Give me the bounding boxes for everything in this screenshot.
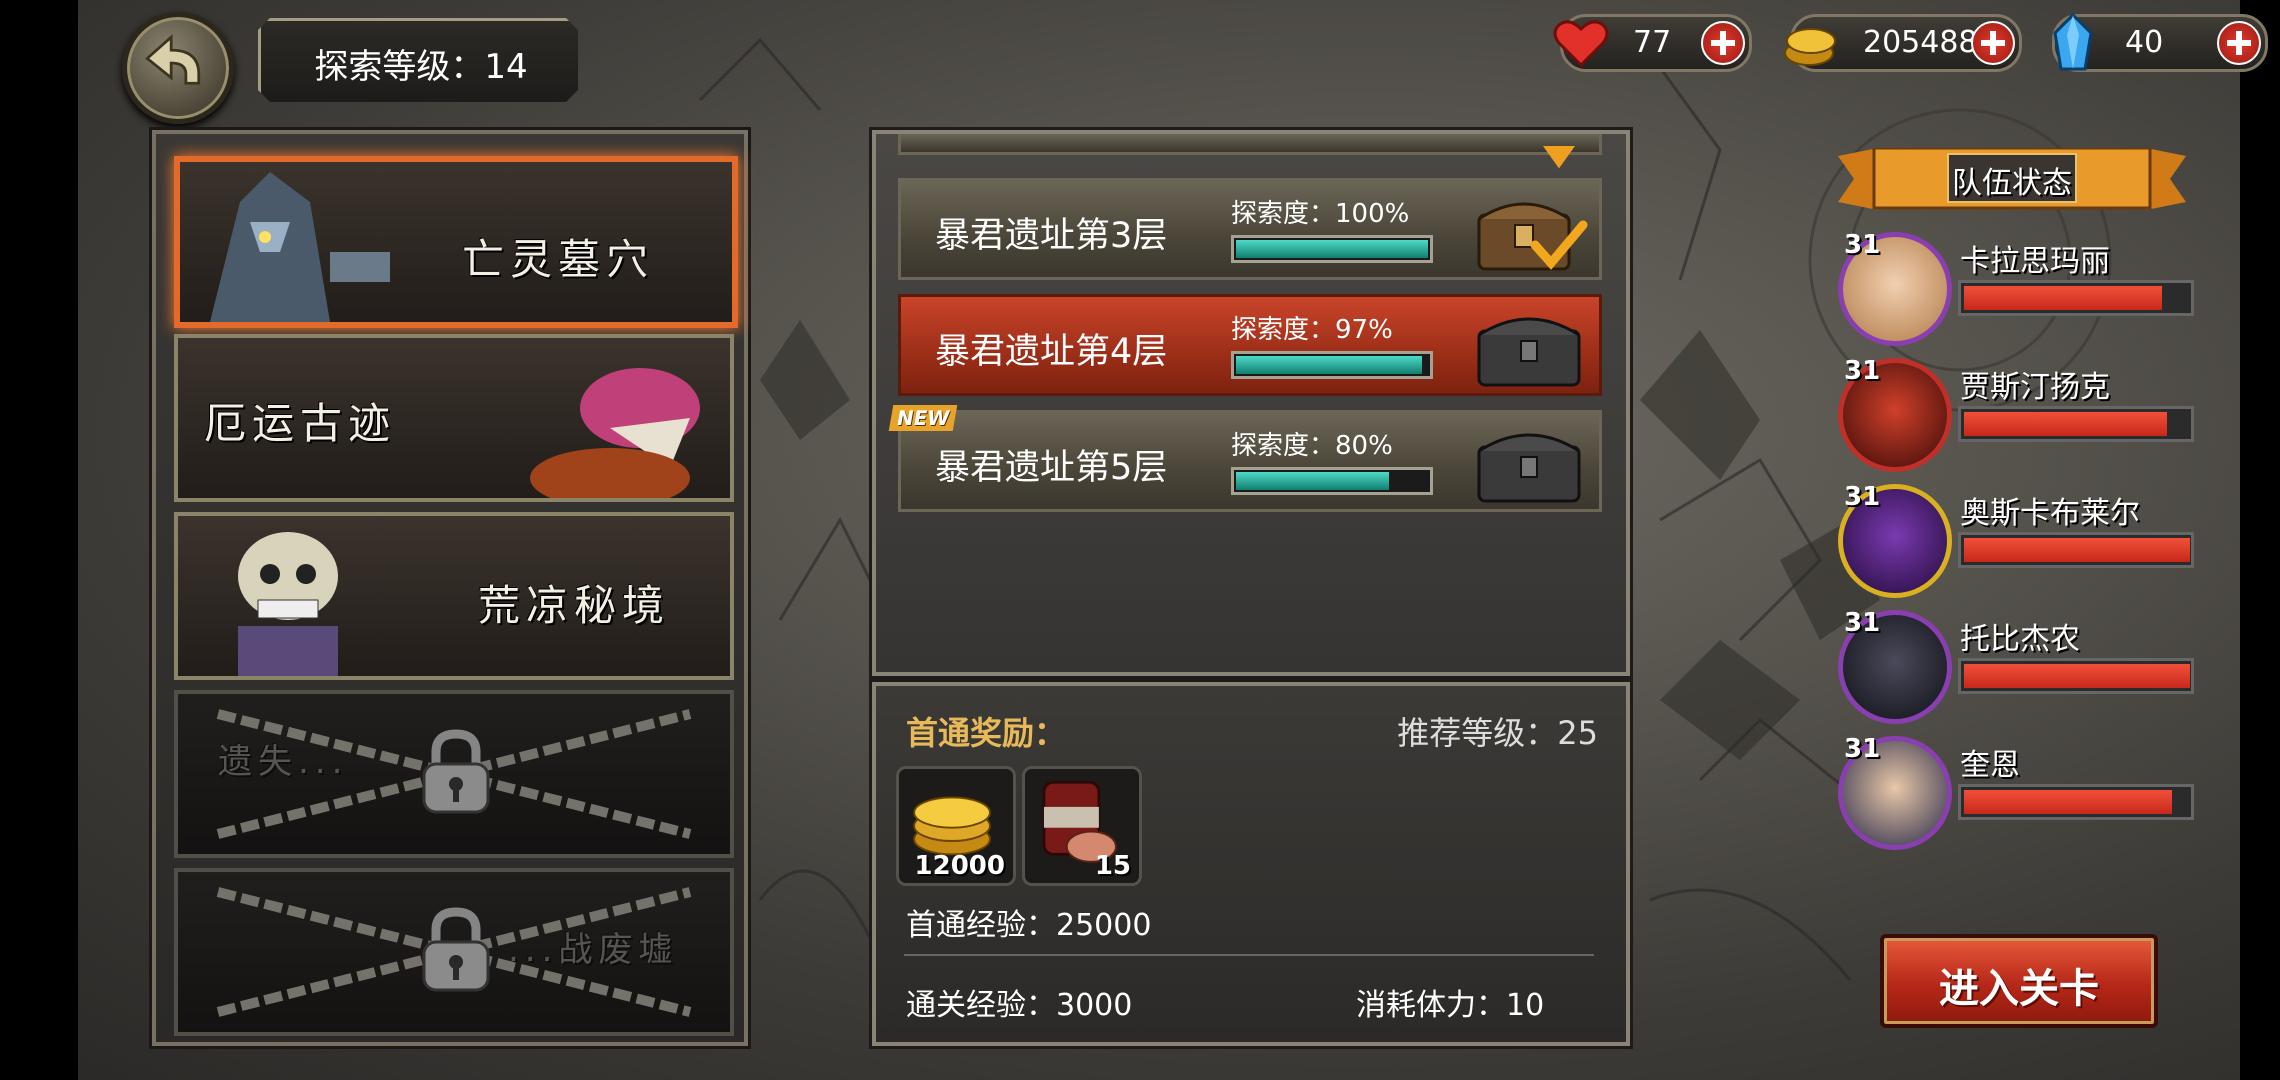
floor-list-panel: 暴君遗址第3层 探索度：100% 暴君遗址第4层 探索度：97% NEW 暴君遗… — [872, 130, 1630, 676]
hp-fill — [1964, 790, 2172, 814]
explore-progress-label: 探索度：80% — [1231, 431, 1393, 461]
team-status-banner: 队伍状态 — [1838, 148, 2186, 210]
team-status-title: 队伍状态 — [1952, 166, 2072, 201]
hp-bar — [1958, 658, 2194, 694]
reward-item-meat[interactable]: 15 — [1022, 766, 1142, 886]
reward-count: 12000 — [914, 851, 1005, 881]
gold-value: 205488 — [1863, 25, 1978, 60]
zone-name: 荒凉秘境 — [478, 581, 671, 630]
team-member-3[interactable]: 31 奥斯卡布莱尔 — [1838, 482, 2194, 602]
crystal-resource: 40 — [2052, 12, 2268, 72]
lock-icon — [422, 907, 490, 992]
hp-fill — [1964, 538, 2190, 562]
team-member-4[interactable]: 31 托比杰农 — [1838, 608, 2194, 728]
zone-name: 厄运古迹 — [204, 399, 397, 448]
back-button[interactable] — [122, 12, 234, 124]
zone-card-1[interactable]: 亡灵墓穴 — [174, 156, 738, 328]
explore-progress-bar — [1231, 235, 1433, 263]
explore-progress-label: 探索度：100% — [1231, 199, 1410, 229]
floor-name: 暴君遗址第3层 — [935, 216, 1168, 256]
hp-bar — [1958, 406, 2194, 442]
member-level: 31 — [1844, 230, 1881, 260]
clear-exp: 通关经验：3000 — [906, 988, 1133, 1023]
explore-progress-bar — [1231, 351, 1433, 379]
gold-resource: 205488 — [1784, 14, 2022, 72]
crystal-icon — [2053, 12, 2093, 71]
stamina-value: 77 — [1633, 25, 1672, 60]
zone-card-5-locked[interactable]: ...战废墟 — [174, 868, 734, 1036]
explore-progress-label: 探索度：97% — [1231, 315, 1393, 345]
floor-list-scroll-edge — [898, 134, 1602, 155]
member-level: 31 — [1844, 482, 1881, 512]
first-clear-reward-title: 首通奖励： — [906, 714, 1067, 752]
explore-progress-fill — [1236, 472, 1389, 490]
reward-item-gold[interactable]: 12000 — [896, 766, 1016, 886]
crystal-value: 40 — [2125, 25, 2164, 60]
stamina-resource: 77 — [1553, 14, 1752, 72]
undead-knight-icon — [210, 172, 390, 322]
explore-level-label: 探索等级：14 — [314, 47, 528, 87]
enter-stage-label: 进入关卡 — [1939, 966, 2099, 1012]
zone-card-2[interactable]: 厄运古迹 — [174, 334, 734, 502]
member-name: 奥斯卡布莱尔 — [1960, 496, 2140, 531]
member-level: 31 — [1844, 356, 1881, 386]
hp-bar — [1958, 280, 2194, 316]
divider — [904, 954, 1594, 956]
floor-name: 暴君遗址第5层 — [935, 448, 1168, 488]
hp-bar — [1958, 532, 2194, 568]
team-member-1[interactable]: 31 卡拉思玛丽 — [1838, 230, 2194, 350]
treasure-chest-icon[interactable] — [1469, 417, 1589, 505]
gold-coin-icon — [1784, 28, 1836, 66]
treasure-chest-icon[interactable] — [1469, 301, 1589, 389]
floor-item-4[interactable]: 暴君遗址第4层 探索度：97% — [898, 294, 1602, 396]
right-letterbox — [2240, 0, 2280, 1080]
member-name: 奎恩 — [1960, 748, 2020, 783]
lock-icon — [422, 729, 490, 814]
reward-count: 15 — [1094, 851, 1131, 881]
explore-level-box: 探索等级：14 — [258, 18, 578, 102]
zone-list-panel: 亡灵墓穴 厄运古迹 荒凉秘境 遗失... ...战废墟 — [152, 130, 748, 1046]
scroll-up-arrow-icon[interactable] — [1542, 146, 1576, 170]
member-level: 31 — [1844, 734, 1881, 764]
floor-name: 暴君遗址第4层 — [935, 332, 1168, 372]
heart-icon — [1553, 20, 1609, 68]
zone-name: 亡灵墓穴 — [462, 235, 655, 284]
hp-fill — [1964, 412, 2167, 436]
recommended-level: 推荐等级：25 — [1397, 714, 1598, 752]
first-clear-exp: 首通经验：25000 — [906, 908, 1152, 943]
member-name: 卡拉思玛丽 — [1960, 244, 2110, 279]
team-member-5[interactable]: 31 奎恩 — [1838, 734, 2194, 854]
zone-card-4-locked[interactable]: 遗失... — [174, 690, 734, 858]
hp-bar — [1958, 784, 2194, 820]
floor-item-3[interactable]: 暴君遗址第3层 探索度：100% — [898, 178, 1602, 280]
explore-progress-fill — [1236, 356, 1423, 374]
explore-progress-bar — [1231, 467, 1433, 495]
left-letterbox — [0, 0, 78, 1080]
stamina-cost: 消耗体力：10 — [1356, 988, 1545, 1023]
enter-stage-button[interactable]: 进入关卡 — [1880, 934, 2158, 1028]
treasure-chest-open-icon[interactable] — [1469, 185, 1589, 273]
explore-progress-fill — [1236, 240, 1428, 258]
floor-item-5[interactable]: NEW 暴君遗址第5层 探索度：80% — [888, 405, 1602, 512]
add-stamina-button[interactable] — [1701, 21, 1745, 65]
hp-fill — [1964, 286, 2163, 310]
member-name: 托比杰农 — [1960, 622, 2080, 657]
hp-fill — [1964, 664, 2190, 688]
add-gold-button[interactable] — [1971, 21, 2015, 65]
skeleton-warrior-icon — [238, 532, 338, 676]
new-badge: NEW — [888, 405, 958, 431]
game-screen: 探索等级：14 77 205488 40 亡灵墓穴 厄运古迹 荒凉秘境 遗失..… — [0, 0, 2280, 1080]
member-name: 贾斯汀扬克 — [1960, 370, 2110, 405]
zone-card-3[interactable]: 荒凉秘境 — [174, 512, 734, 680]
back-arrow-icon — [145, 34, 201, 85]
red-dragon-icon — [530, 368, 700, 498]
member-level: 31 — [1844, 608, 1881, 638]
add-crystal-button[interactable] — [2217, 21, 2261, 65]
team-member-2[interactable]: 31 贾斯汀扬克 — [1838, 356, 2194, 476]
reward-panel: 首通奖励： 推荐等级：25 12000 15 首通经验：25000 通关经验：3… — [872, 682, 1630, 1046]
